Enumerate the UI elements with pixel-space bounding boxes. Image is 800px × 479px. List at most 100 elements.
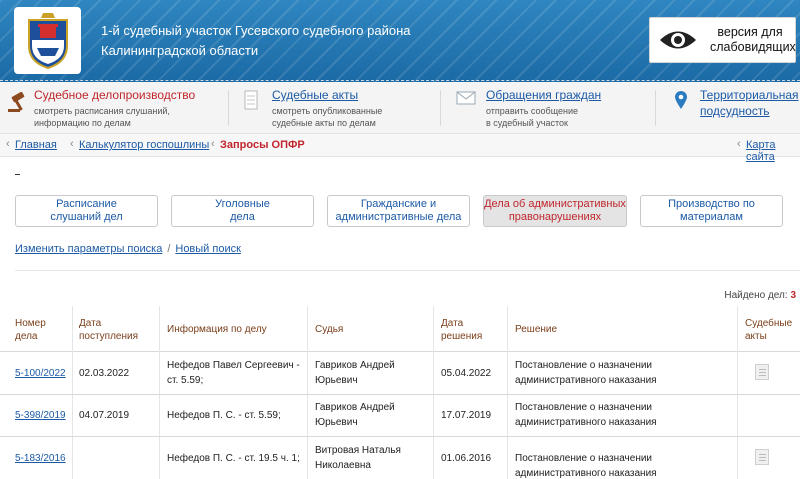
map-pin-icon xyxy=(675,91,687,109)
document-icon xyxy=(244,90,258,110)
case-info: Нефедов Павел Сергеевич - ст. 5.59; xyxy=(167,358,300,388)
tab-criminal-cases[interactable]: Уголовные дела xyxy=(171,195,314,227)
case-info: Нефедов П. С. - ст. 19.5 ч. 1; xyxy=(167,453,300,464)
nav-separator xyxy=(655,90,656,126)
change-search-params-link[interactable]: Изменить параметры поиска xyxy=(15,243,162,255)
nav-acts-sub2: судебные акты по делам xyxy=(272,118,376,128)
case-number-link[interactable]: 5-398/2019 xyxy=(15,408,66,423)
judge-name-line2: Юрьевич xyxy=(315,417,358,428)
judge-name-line1: Гавриков Андрей xyxy=(315,402,395,413)
results-count-value: 3 xyxy=(790,290,796,301)
judge-name-line2: Николаевна xyxy=(315,460,371,471)
nav-item-appeals[interactable]: Обращения граждан отправить сообщение в … xyxy=(456,88,601,129)
gavel-icon xyxy=(8,92,25,112)
court-title-line2: Калининградской области xyxy=(101,43,259,58)
decision-date: 17.07.2019 xyxy=(441,410,492,421)
low-vision-version-button[interactable]: версия для слабовидящих xyxy=(649,17,796,63)
chevron-left-icon: ‹ xyxy=(6,138,10,150)
nav-item-acts[interactable]: Судебные акты смотреть опубликованные су… xyxy=(244,88,382,129)
col-received-line1: Дата xyxy=(79,318,102,329)
judge-name: Гавриков Андрей Юрьевич xyxy=(315,358,395,388)
nav-item-proceedings[interactable]: Судебное делопроизводство смотреть распи… xyxy=(8,88,195,129)
chevron-left-icon: ‹ xyxy=(70,138,74,150)
col-number: Номер дела xyxy=(15,317,46,343)
results-count-label: Найдено дел: xyxy=(724,290,788,301)
tab-label-line1: Гражданские и xyxy=(360,198,437,210)
low-vision-label: версия для слабовидящих xyxy=(710,25,796,55)
court-title: 1-й судебный участок Гусевского судебног… xyxy=(101,21,410,61)
breadcrumb: ‹ Главная ‹ Калькулятор госпошлины ‹ Зап… xyxy=(0,134,800,163)
tab-label-line2: материалам xyxy=(680,211,743,223)
col-acts: Судебные акты xyxy=(745,317,792,343)
judge-name: Гавриков Андрей Юрьевич xyxy=(315,400,395,430)
nav-separator xyxy=(228,90,229,126)
table-header: Номер дела Дата поступления Информация по … xyxy=(0,306,800,352)
header-divider xyxy=(0,80,800,81)
nav-proceedings-sub1: смотреть расписания слушаний, xyxy=(34,106,170,116)
decision-date: 01.06.2016 xyxy=(441,453,492,464)
envelope-icon xyxy=(456,91,476,105)
new-search-link[interactable]: Новый поиск xyxy=(175,243,241,255)
tab-hearing-schedule[interactable]: Расписание слушаний дел xyxy=(15,195,158,227)
nav-territorial-link-line2[interactable]: подсудность xyxy=(700,104,799,118)
col-decision-date-line2: решения xyxy=(441,331,483,342)
breadcrumb-fee-calculator[interactable]: Калькулятор госпошлины xyxy=(79,139,209,151)
decision-date: 05.04.2022 xyxy=(441,368,492,379)
col-acts-line1: Судебные xyxy=(745,318,793,329)
decision-text-line1: Постановление о назначении xyxy=(515,360,653,371)
nav-appeals-link[interactable]: Обращения граждан xyxy=(486,88,601,102)
empty-text-marker xyxy=(15,174,20,175)
tab-administrative-offenses[interactable]: Дела об административных правонарушениях xyxy=(483,195,627,227)
tab-civil-cases[interactable]: Гражданские и административные дела xyxy=(327,195,470,227)
breadcrumb-home[interactable]: Главная xyxy=(15,139,57,151)
search-links-separator: / xyxy=(167,243,171,255)
court-act-document-icon[interactable] xyxy=(755,364,769,380)
decision-text: Постановление о назначении административн… xyxy=(515,400,657,430)
site-header: 1-й судебный участок Гусевского судебног… xyxy=(0,0,800,82)
col-received: Дата поступления xyxy=(79,317,138,343)
case-number-link[interactable]: 5-100/2022 xyxy=(15,366,66,381)
table-row: 5-398/2019 04.07.2019 Нефедов П. С. - ст… xyxy=(0,395,800,437)
received-date: 04.07.2019 xyxy=(79,410,130,421)
tab-label-line1: Расписание xyxy=(56,198,117,210)
divider xyxy=(15,270,800,271)
tab-material-proceedings[interactable]: Производство по материалам xyxy=(640,195,783,227)
nav-separator xyxy=(440,90,441,126)
court-act-document-icon[interactable] xyxy=(755,449,769,465)
nav-territorial-link[interactable]: Территориальная xyxy=(700,88,799,102)
col-acts-line2: акты xyxy=(745,331,767,342)
tab-label-line1: Дела об административных xyxy=(484,198,626,210)
tab-label-line2: правонарушениях xyxy=(508,211,602,223)
nav-item-territorial[interactable]: Территориальная подсудность xyxy=(674,88,799,118)
case-number-link[interactable]: 5-183/2016 xyxy=(15,451,66,466)
search-links: Изменить параметры поиска / Новый поиск xyxy=(15,243,241,255)
case-info-line2: ст. 5.59; xyxy=(167,375,204,386)
col-number-line2: дела xyxy=(15,331,38,342)
decision-text-line2: административного наказания xyxy=(515,468,657,479)
results-count: Найдено дел: 3 xyxy=(724,290,796,301)
judge-name-line2: Юрьевич xyxy=(315,375,358,386)
decision-text: Постановление о назначении административн… xyxy=(515,451,657,479)
judge-name-line1: Витровая Наталья xyxy=(315,445,401,456)
col-decision-date-line1: Дата xyxy=(441,318,464,329)
breadcrumb-current: Запросы ОПФР xyxy=(220,139,305,151)
low-vision-label-line2: слабовидящих xyxy=(710,40,796,54)
nav-proceedings-link[interactable]: Судебное делопроизводство xyxy=(34,88,195,102)
nav-acts-link[interactable]: Судебные акты xyxy=(272,88,382,102)
received-date: 02.03.2022 xyxy=(79,368,130,379)
coat-of-arms-logo[interactable] xyxy=(14,7,81,74)
col-received-line2: поступления xyxy=(79,331,139,342)
col-decision-date: Дата решения xyxy=(441,317,482,343)
low-vision-label-line1: версия для xyxy=(717,25,783,39)
judge-name: Витровая Наталья Николаевна xyxy=(315,443,401,473)
judge-name-line1: Гавриков Андрей xyxy=(315,360,395,371)
breadcrumb-sitemap[interactable]: Карта сайта xyxy=(746,139,800,163)
coat-of-arms-icon xyxy=(27,12,68,69)
table-row: 5-100/2022 02.03.2022 Нефедов Павел Серг… xyxy=(0,352,800,395)
nav-proceedings-sub2: информацию по делам xyxy=(34,118,131,128)
table-row: 5-183/2016 Нефедов П. С. - ст. 19.5 ч. 1… xyxy=(0,437,800,479)
tab-label-line2: административные дела xyxy=(335,211,462,223)
tab-label-line2: дела xyxy=(230,211,255,223)
case-info-line1: Нефедов Павел Сергеевич - xyxy=(167,360,300,371)
nav-appeals-sub2: в судебный участок xyxy=(486,118,568,128)
